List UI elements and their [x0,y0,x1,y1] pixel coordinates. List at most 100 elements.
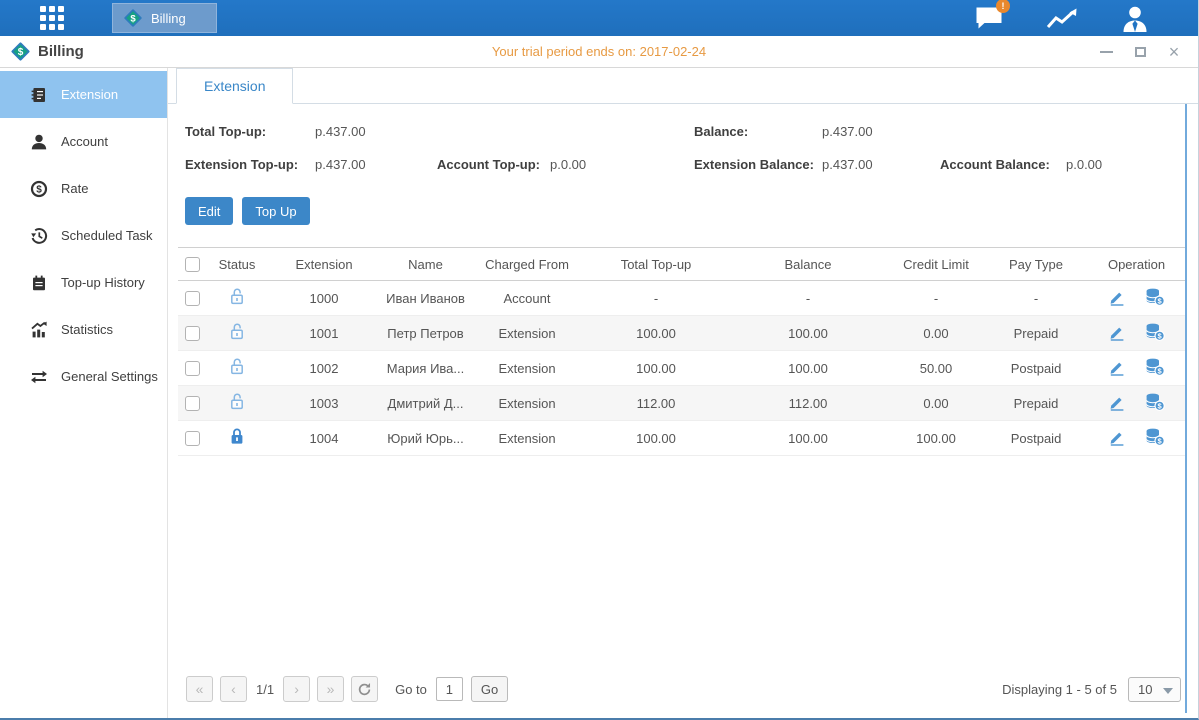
taskbar-tab-billing[interactable]: Billing [112,3,217,33]
cell-name: Петр Петров [380,316,471,351]
messages-icon[interactable]: ! [972,4,1006,32]
history-clock-icon [30,227,48,245]
cell-extension: 1004 [268,421,380,456]
balance-value: p.437.00 [822,124,873,139]
window-title: Billing [38,43,84,60]
sidebar-item-general-settings[interactable]: General Settings [0,353,167,400]
table-row: 1003 Дмитрий Д... Extension 112.00 112.0… [178,386,1186,421]
sidebar-item-account[interactable]: Account [0,118,167,165]
sidebar-item-label: General Settings [61,369,158,384]
col-operation: Operation [1087,248,1186,281]
main-panel: Extension Total Top-up: p.437.00 Extensi… [168,68,1198,718]
close-button[interactable]: × [1166,44,1182,60]
maximize-button[interactable] [1132,44,1148,60]
total-topup-label: Total Top-up: [185,124,315,139]
minimize-button[interactable] [1098,44,1114,60]
status-lock[interactable] [206,386,268,421]
lock-open-icon [229,392,245,411]
topup-row-icon[interactable] [1145,358,1165,379]
user-account-icon[interactable] [1118,4,1152,32]
status-lock[interactable] [206,421,268,456]
sidebar-item-label: Extension [61,87,118,102]
sidebar-item-statistics[interactable]: Statistics [0,306,167,353]
cell-pay-type: Prepaid [985,316,1087,351]
row-checkbox[interactable] [185,431,200,446]
cell-charged-from: Extension [471,386,583,421]
next-page-button[interactable]: › [283,676,310,702]
row-checkbox[interactable] [185,291,200,306]
edit-row-icon[interactable] [1108,358,1126,379]
cell-credit-limit: 50.00 [887,351,985,386]
cell-pay-type: Prepaid [985,386,1087,421]
dollar-circle-icon: $ [30,180,48,198]
col-balance: Balance [729,248,887,281]
sidebar-item-extension[interactable]: Extension [0,71,167,118]
lock-closed-icon [229,427,245,446]
row-checkbox[interactable] [185,326,200,341]
account-balance-label: Account Balance: [940,157,1066,172]
balance-label: Balance: [694,124,822,139]
sidebar-item-scheduled-task[interactable]: Scheduled Task [0,212,167,259]
cell-total-topup: 112.00 [583,386,729,421]
cell-name: Дмитрий Д... [380,386,471,421]
cell-name: Иван Иванов [380,281,471,316]
total-topup-value: p.437.00 [315,124,366,139]
lock-open-icon [229,322,245,341]
go-button[interactable]: Go [471,676,508,702]
first-page-button[interactable]: « [186,676,213,702]
cell-pay-type: - [985,281,1087,316]
sidebar-item-label: Account [61,134,108,149]
col-extension: Extension [268,248,380,281]
cell-balance: 112.00 [729,386,887,421]
stats-chart-icon [30,321,48,339]
tab-extension[interactable]: Extension [176,68,293,104]
edit-row-icon[interactable] [1108,288,1126,309]
swap-arrows-icon [30,368,48,386]
table-row: 1002 Мария Ива... Extension 100.00 100.0… [178,351,1186,386]
cell-extension: 1002 [268,351,380,386]
status-lock[interactable] [206,351,268,386]
edit-button[interactable]: Edit [185,197,233,225]
col-total-topup: Total Top-up [583,248,729,281]
cell-name: Мария Ива... [380,351,471,386]
cell-credit-limit: 100.00 [887,421,985,456]
cell-credit-limit: 0.00 [887,316,985,351]
edit-row-icon[interactable] [1108,323,1126,344]
top-up-button[interactable]: Top Up [242,197,309,225]
ledger-icon [30,274,48,292]
cell-total-topup: 100.00 [583,316,729,351]
extension-balance-label: Extension Balance: [694,157,822,172]
apps-grid-icon[interactable] [37,3,67,33]
extension-topup-label: Extension Top-up: [185,157,315,172]
row-checkbox[interactable] [185,396,200,411]
billing-diamond-icon [123,8,143,28]
status-lock[interactable] [206,281,268,316]
edit-row-icon[interactable] [1108,393,1126,414]
edit-row-icon[interactable] [1108,428,1126,449]
table-row: 1000 Иван Иванов Account - - - - [178,281,1186,316]
cell-total-topup: - [583,281,729,316]
topup-row-icon[interactable] [1145,393,1165,414]
goto-page-input[interactable] [436,677,463,701]
sidebar-item-label: Rate [61,181,88,196]
sidebar-item-topup-history[interactable]: Top-up History [0,259,167,306]
desktop-top-bar: Billing ! [0,0,1198,36]
person-icon [30,133,48,151]
extension-table: Status Extension Name Charged From Total… [178,247,1185,456]
topup-row-icon[interactable] [1145,288,1165,309]
col-name: Name [380,248,471,281]
scrollbar-track[interactable] [1185,104,1187,713]
topup-row-icon[interactable] [1145,323,1165,344]
sidebar-item-label: Scheduled Task [61,228,153,243]
prev-page-button[interactable]: ‹ [220,676,247,702]
page-size-select[interactable]: 10 [1128,677,1181,702]
last-page-button[interactable]: » [317,676,344,702]
sidebar-item-rate[interactable]: $ Rate [0,165,167,212]
chevron-down-icon [1163,688,1173,694]
status-lock[interactable] [206,316,268,351]
topup-row-icon[interactable] [1145,428,1165,449]
row-checkbox[interactable] [185,361,200,376]
refresh-button[interactable] [351,676,378,702]
select-all-checkbox[interactable] [185,257,200,272]
reports-chart-icon[interactable] [1045,4,1079,32]
